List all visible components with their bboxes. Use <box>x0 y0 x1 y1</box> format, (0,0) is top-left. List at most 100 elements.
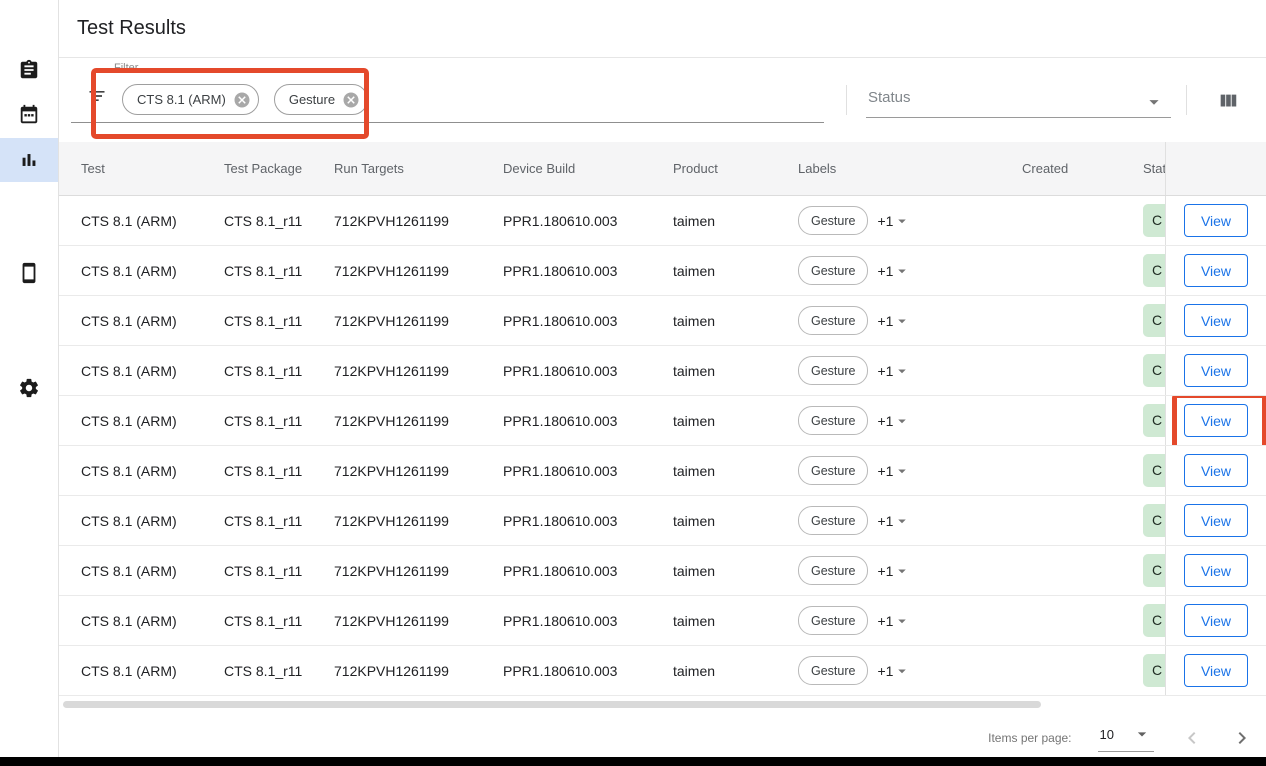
more-labels-count: +1 <box>877 463 893 479</box>
label-chip[interactable]: Gesture <box>798 306 868 335</box>
more-labels-toggle[interactable]: +1 <box>877 212 911 230</box>
page-title: Test Results <box>77 17 186 40</box>
filter-icon[interactable] <box>87 86 107 111</box>
cell-run-targets: 712KPVH1261199 <box>312 496 481 545</box>
cell-labels: Gesture +1 <box>776 246 1000 295</box>
filter-chip[interactable]: CTS 8.1 (ARM) <box>122 84 259 115</box>
more-labels-toggle[interactable]: +1 <box>877 312 911 330</box>
cell-created <box>1000 646 1121 695</box>
more-labels-toggle[interactable]: +1 <box>877 262 911 280</box>
label-chip[interactable]: Gesture <box>798 606 868 635</box>
status-badge: C <box>1143 354 1165 387</box>
horizontal-scrollbar[interactable] <box>63 701 1041 708</box>
cell-labels: Gesture +1 <box>776 546 1000 595</box>
cell-device-build: PPR1.180610.003 <box>481 546 651 595</box>
cell-test: CTS 8.1 (ARM) <box>59 596 202 645</box>
cell-product: taimen <box>651 596 776 645</box>
cell-run-targets: 712KPVH1261199 <box>312 346 481 395</box>
view-button[interactable]: View <box>1184 354 1248 387</box>
next-page-button[interactable] <box>1230 726 1254 750</box>
view-button[interactable]: View <box>1184 454 1248 487</box>
view-button[interactable]: View <box>1184 254 1248 287</box>
results-table: Test Test Package Run Targets Device Bui… <box>59 142 1266 710</box>
cell-device-build: PPR1.180610.003 <box>481 446 651 495</box>
label-chip[interactable]: Gesture <box>798 556 868 585</box>
sidebar-item-schedule[interactable] <box>0 93 58 137</box>
status-badge: C <box>1143 204 1165 237</box>
column-header-labels[interactable]: Labels <box>776 142 1000 195</box>
label-chip[interactable]: Gesture <box>798 656 868 685</box>
cell-status: C <box>1121 346 1165 395</box>
column-header-status[interactable]: Stat <box>1121 142 1165 195</box>
view-button[interactable]: View <box>1184 304 1248 337</box>
column-header-created[interactable]: Created <box>1000 142 1121 195</box>
cell-created <box>1000 246 1121 295</box>
status-badge: C <box>1143 554 1165 587</box>
cell-actions: View <box>1165 296 1266 345</box>
column-header-product[interactable]: Product <box>651 142 776 195</box>
filter-input-underline[interactable] <box>71 122 824 123</box>
close-icon[interactable] <box>342 91 360 109</box>
more-labels-toggle[interactable]: +1 <box>877 562 911 580</box>
more-labels-toggle[interactable]: +1 <box>877 662 911 680</box>
cell-product: taimen <box>651 346 776 395</box>
column-header-actions <box>1165 142 1266 195</box>
more-labels-toggle[interactable]: +1 <box>877 612 911 630</box>
table-row: CTS 8.1 (ARM)CTS 8.1_r11712KPVH1261199PP… <box>59 246 1266 296</box>
table-body: CTS 8.1 (ARM)CTS 8.1_r11712KPVH1261199PP… <box>59 196 1266 696</box>
status-select-underline <box>866 117 1171 118</box>
view-button[interactable]: View <box>1184 604 1248 637</box>
column-header-device-build[interactable]: Device Build <box>481 142 651 195</box>
label-chip[interactable]: Gesture <box>798 356 868 385</box>
view-button[interactable]: View <box>1184 504 1248 537</box>
more-labels-toggle[interactable]: +1 <box>877 512 911 530</box>
dropdown-arrow-icon <box>893 312 911 330</box>
filter-chip[interactable]: Gesture <box>274 84 368 115</box>
label-chip[interactable]: Gesture <box>798 256 868 285</box>
sidebar-item-test-results[interactable] <box>0 138 58 182</box>
cell-test: CTS 8.1 (ARM) <box>59 396 202 445</box>
cell-status: C <box>1121 546 1165 595</box>
sidebar-item-devices[interactable] <box>0 251 58 295</box>
more-labels-toggle[interactable]: +1 <box>877 412 911 430</box>
columns-icon <box>1217 90 1239 112</box>
view-button[interactable]: View <box>1184 554 1248 587</box>
cell-test: CTS 8.1 (ARM) <box>59 196 202 245</box>
cell-actions: View <box>1165 346 1266 395</box>
cell-labels: Gesture +1 <box>776 396 1000 445</box>
more-labels-toggle[interactable]: +1 <box>877 462 911 480</box>
view-button[interactable]: View <box>1184 204 1248 237</box>
table-row: CTS 8.1 (ARM)CTS 8.1_r11712KPVH1261199PP… <box>59 396 1266 446</box>
more-labels-count: +1 <box>877 363 893 379</box>
cell-labels: Gesture +1 <box>776 196 1000 245</box>
cell-created <box>1000 346 1121 395</box>
view-button[interactable]: View <box>1184 404 1248 437</box>
more-labels-toggle[interactable]: +1 <box>877 362 911 380</box>
column-settings-button[interactable] <box>1215 88 1241 117</box>
cell-test-package: CTS 8.1_r11 <box>202 296 312 345</box>
status-select[interactable]: Status <box>866 58 1171 118</box>
column-header-test[interactable]: Test <box>59 142 202 195</box>
sidebar <box>0 0 59 766</box>
column-header-run-targets[interactable]: Run Targets <box>312 142 481 195</box>
view-button[interactable]: View <box>1184 654 1248 687</box>
dropdown-arrow-icon <box>1132 724 1152 744</box>
label-chip[interactable]: Gesture <box>798 206 868 235</box>
previous-page-button[interactable] <box>1180 726 1204 750</box>
cell-actions: View <box>1165 596 1266 645</box>
dropdown-arrow-icon <box>893 562 911 580</box>
cell-test-package: CTS 8.1_r11 <box>202 446 312 495</box>
sidebar-item-test-plans[interactable] <box>0 48 58 92</box>
filter-chip-label: CTS 8.1 (ARM) <box>137 92 226 107</box>
close-icon[interactable] <box>233 91 251 109</box>
label-chip[interactable]: Gesture <box>798 506 868 535</box>
label-chip[interactable]: Gesture <box>798 406 868 435</box>
cell-test-package: CTS 8.1_r11 <box>202 646 312 695</box>
column-header-test-package[interactable]: Test Package <box>202 142 312 195</box>
more-labels-count: +1 <box>877 613 893 629</box>
sidebar-item-settings[interactable] <box>0 366 58 410</box>
more-labels-count: +1 <box>877 513 893 529</box>
label-chip[interactable]: Gesture <box>798 456 868 485</box>
page-size-select[interactable]: 10 <box>1098 724 1154 752</box>
app-window: Test Results Filter CTS 8.1 (ARM) Gestur… <box>0 0 1266 766</box>
